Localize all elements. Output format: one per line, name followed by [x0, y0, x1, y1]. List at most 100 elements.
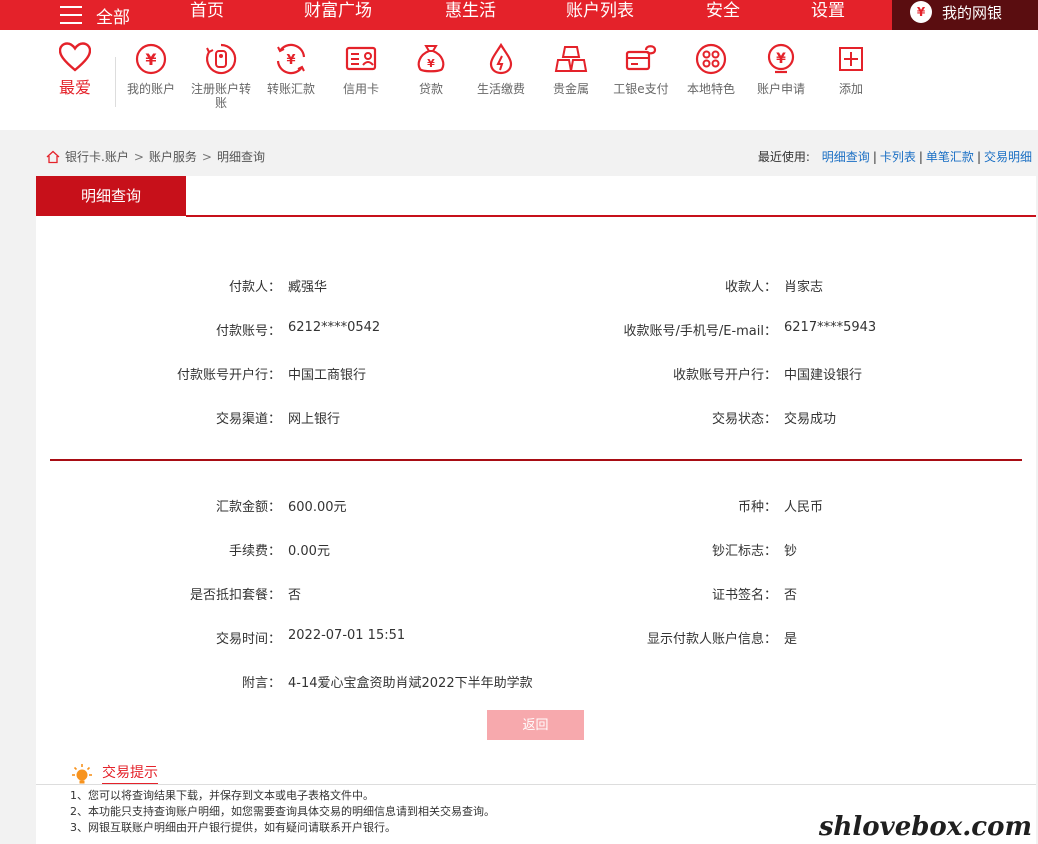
- fee-value: 0.00元: [288, 544, 330, 559]
- heart-icon: [59, 42, 91, 72]
- payee-bank-label: 收款账号开户行：: [672, 368, 777, 383]
- quick-transfer[interactable]: ¥ 转账汇款: [256, 42, 326, 96]
- epay-icon: [625, 45, 657, 71]
- payer-value: 臧强华: [288, 280, 328, 295]
- quick-item-label: 注册账户转账: [190, 82, 251, 110]
- svg-text:¥: ¥: [427, 57, 435, 70]
- tips-header: 交易提示: [70, 762, 158, 785]
- transfer-icon: ¥: [276, 43, 306, 75]
- tab-detail-query[interactable]: 明细查询: [36, 176, 186, 216]
- hamburger-icon: [60, 6, 82, 24]
- fee-label: 手续费：: [228, 544, 281, 559]
- nav-security[interactable]: 安全: [706, 0, 740, 30]
- trade-time-label: 交易时间：: [215, 632, 281, 647]
- quick-my-account[interactable]: ¥ 我的账户: [116, 42, 186, 96]
- payer-bank-label: 付款账号开户行：: [176, 368, 281, 383]
- cash-flag-label: 钞汇标志：: [711, 544, 777, 559]
- favorites-button[interactable]: 最爱: [50, 42, 100, 98]
- currency-label: 币种：: [737, 500, 777, 515]
- package-deduct-value: 否: [288, 588, 302, 603]
- quick-add[interactable]: 添加: [816, 42, 886, 96]
- nav-settings[interactable]: 设置: [811, 0, 845, 30]
- quick-local-features[interactable]: 本地特色: [676, 42, 746, 96]
- quick-item-label: 信用卡: [342, 82, 379, 96]
- quick-precious-metals[interactable]: 贵金属: [536, 42, 606, 96]
- breadcrumb-separator: >: [201, 149, 212, 164]
- amount-value: 600.00元: [288, 500, 347, 515]
- breadcrumb: 银行卡.账户 > 账户服务 > 明细查询: [46, 148, 265, 165]
- nav-lifestyle[interactable]: 惠生活: [445, 0, 496, 30]
- svg-text:¥: ¥: [145, 50, 156, 69]
- quick-item-label: 添加: [838, 82, 863, 96]
- breadcrumb-separator: >: [133, 149, 144, 164]
- tips-title: 交易提示: [102, 762, 158, 785]
- breadcrumb-item[interactable]: 银行卡.账户: [65, 148, 129, 165]
- nav-home[interactable]: 首页: [190, 0, 224, 30]
- payer-bank-value: 中国工商银行: [288, 368, 367, 383]
- account-apply-icon: ¥: [767, 43, 795, 74]
- quick-loan[interactable]: ¥ 贷款: [396, 42, 466, 96]
- nav-wealth-square[interactable]: 财富广场: [304, 0, 372, 30]
- gold-bars-icon: [554, 46, 588, 72]
- payee-label: 收款人：: [724, 280, 777, 295]
- svg-text:¥: ¥: [286, 53, 295, 68]
- cert-sign-value: 否: [784, 588, 798, 603]
- all-menu-button[interactable]: 全部: [60, 0, 130, 30]
- plus-square-icon: [839, 47, 863, 71]
- quick-register-transfer[interactable]: 注册账户转账: [186, 42, 256, 110]
- tips-divider: [36, 784, 1036, 785]
- nav-account-list[interactable]: 账户列表: [566, 0, 634, 30]
- breadcrumb-item[interactable]: 账户服务: [149, 148, 197, 165]
- quick-item-label: 转账汇款: [266, 82, 315, 96]
- quick-credit-card[interactable]: 信用卡: [326, 42, 396, 96]
- breadcrumb-item-current: 明细查询: [216, 150, 265, 164]
- top-navigation: 全部 首页 财富广场 惠生活 账户列表 安全 设置 ¥ 我的网银: [0, 0, 1038, 30]
- channel-label: 交易渠道：: [215, 412, 281, 427]
- payer-label: 付款人：: [228, 280, 281, 295]
- status-value: 交易成功: [784, 412, 837, 427]
- tip-item: 3、网银互联账户明细由开户银行提供，如有疑问请联系开户银行。: [70, 821, 396, 834]
- status-label: 交易状态：: [711, 412, 777, 427]
- package-deduct-label: 是否抵扣套餐：: [189, 588, 281, 603]
- recent-link-card-list[interactable]: 卡列表: [880, 150, 916, 164]
- show-payer-value: 是: [784, 632, 798, 647]
- section-divider: [50, 459, 1022, 461]
- recently-used: 最近使用: 明细查询 | 卡列表 | 单笔汇款 | 交易明细: [757, 150, 1032, 164]
- payer-account-value: 6212****0542: [288, 320, 381, 335]
- recently-used-label: 最近使用:: [757, 150, 810, 164]
- my-ebank-label: 我的网银: [942, 3, 1003, 22]
- quick-icon-bar: 最爱 ¥ 我的账户 注册账户转账 ¥ 转账汇款 信用卡 ¥ 贷款 生活缴费 贵金…: [0, 30, 1038, 130]
- show-payer-label: 显示付款人账户信息：: [646, 632, 777, 647]
- quick-utilities[interactable]: 生活缴费: [466, 42, 536, 96]
- home-icon[interactable]: [46, 150, 60, 164]
- all-menu-label: 全部: [96, 7, 130, 28]
- quick-item-label: 本地特色: [686, 82, 735, 96]
- my-ebank-button[interactable]: ¥ 我的网银: [892, 0, 1038, 30]
- lightbulb-icon: [72, 763, 92, 783]
- recent-link-transaction-detail[interactable]: 交易明细: [984, 150, 1032, 164]
- recent-link-detail-query[interactable]: 明细查询: [822, 150, 870, 164]
- recent-link-single-remittance[interactable]: 单笔汇款: [926, 150, 974, 164]
- amount-label: 汇款金额：: [215, 500, 281, 515]
- quick-item-label: 我的账户: [126, 82, 175, 96]
- quick-e-pay[interactable]: 工银e支付: [606, 42, 676, 96]
- currency-value: 人民币: [784, 500, 824, 515]
- payee-value: 肖家志: [784, 280, 824, 295]
- svg-text:¥: ¥: [776, 51, 786, 67]
- payee-account-value: 6217****5943: [784, 320, 877, 335]
- money-bag-icon: ¥: [910, 1, 932, 23]
- channel-value: 网上银行: [288, 412, 341, 427]
- tips-list: 1、您可以将查询结果下载，并保存到文本或电子表格文件中。 2、本功能只支持查询账…: [70, 788, 495, 836]
- quick-item-label: 贵金属: [552, 82, 589, 96]
- back-button[interactable]: 返回: [487, 710, 584, 740]
- payee-account-label: 收款账号/手机号/E-mail：: [623, 324, 777, 339]
- quick-item-label: 工银e支付: [613, 82, 669, 96]
- payee-bank-value: 中国建设银行: [784, 368, 863, 383]
- detail-panel: 明细查询 付款人： 臧强华 付款账号： 6212****0542 付款账号开户行…: [36, 176, 1036, 746]
- cert-sign-label: 证书签名：: [711, 588, 777, 603]
- favorites-label: 最爱: [58, 78, 91, 97]
- credit-card-icon: [345, 46, 377, 71]
- quick-account-apply[interactable]: ¥ 账户申请: [746, 42, 816, 96]
- quick-item-label: 生活缴费: [476, 82, 525, 96]
- quick-item-label: 账户申请: [756, 82, 805, 96]
